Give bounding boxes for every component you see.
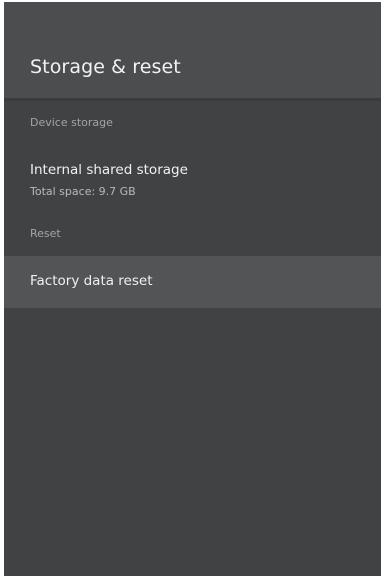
internal-shared-storage-item[interactable]: Internal shared storage Total space: 9.7…	[4, 150, 381, 208]
section-label-device-storage: Device storage	[30, 116, 113, 129]
page-header: Storage & reset	[4, 2, 381, 101]
section-label-reset: Reset	[30, 227, 61, 240]
internal-shared-storage-subtitle: Total space: 9.7 GB	[30, 185, 136, 198]
settings-screen: Storage & reset Device storage Internal …	[4, 2, 381, 576]
internal-shared-storage-title: Internal shared storage	[30, 162, 188, 178]
factory-data-reset-item[interactable]: Factory data reset	[4, 256, 381, 308]
page-title: Storage & reset	[30, 56, 181, 78]
factory-data-reset-title: Factory data reset	[30, 273, 153, 289]
